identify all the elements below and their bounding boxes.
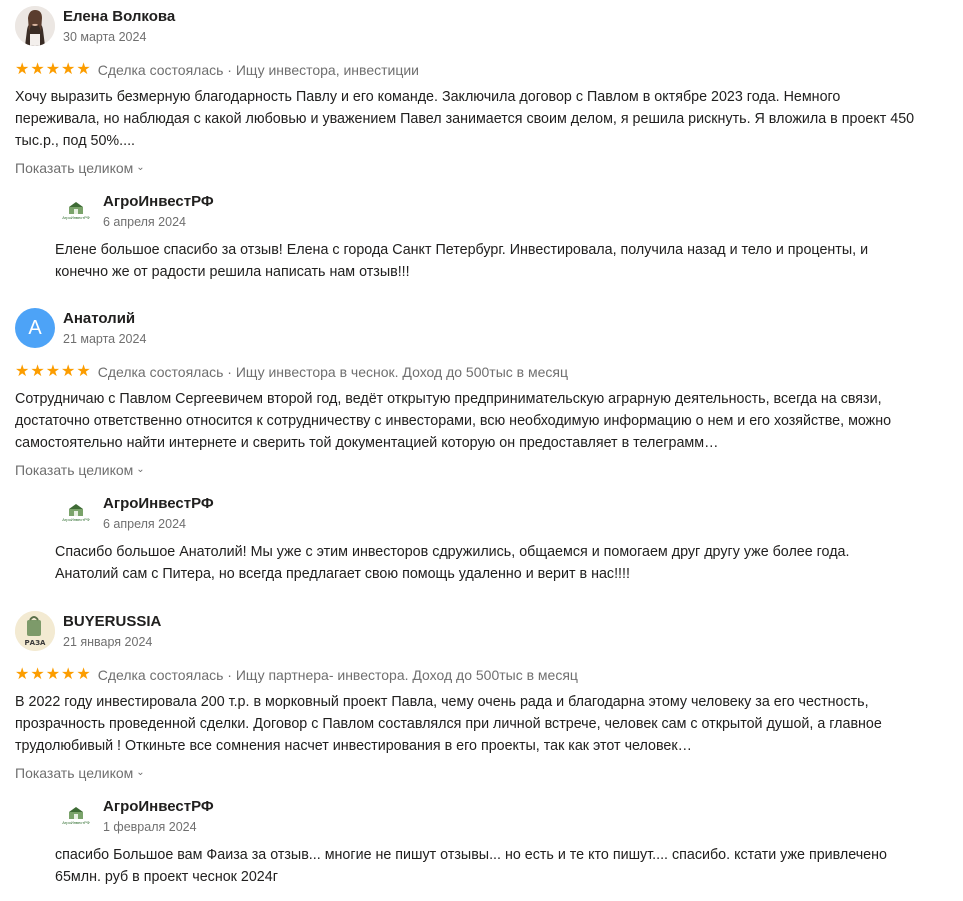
- author-name[interactable]: Анатолий: [63, 310, 146, 328]
- review-meta: ★★★★★ Сделка состоялась · Ищу партнера- …: [15, 665, 578, 685]
- review-text: В 2022 году инвестировала 200 т.р. в мор…: [15, 694, 882, 754]
- review-author[interactable]: А Анатолий 21 марта 2024: [15, 308, 146, 348]
- business-reply-text: Спасибо большое Анатолий! Мы уже с этим …: [55, 544, 850, 582]
- chevron-down-icon: ⌄: [136, 162, 145, 173]
- business-name: АгроИнвестРФ: [103, 192, 214, 210]
- author-name[interactable]: Елена Волкова: [63, 8, 175, 26]
- show-more-button[interactable]: Показать целиком ⌄: [15, 158, 145, 178]
- avatar-logo-text: РАЗА: [25, 639, 47, 647]
- business-reply-text: спасибо Большое вам Фаиза за отзыв... мн…: [55, 847, 887, 885]
- farm-logo-icon: [69, 504, 83, 516]
- reply-date: 6 апреля 2024: [103, 214, 186, 229]
- avatar-letter: А: [28, 316, 42, 339]
- author-avatar[interactable]: [15, 6, 55, 46]
- review-meta-text: Сделка состоялась · Ищу инвестора в чесн…: [97, 364, 568, 380]
- review-date: 21 марта 2024: [63, 331, 147, 346]
- business-reply-header: АгроИнвестРФ АгроИнвестРФ 1 февраля 2024: [57, 796, 214, 836]
- review-text: Сотрудничаю с Павлом Сергеевичем второй …: [15, 391, 892, 451]
- avatar-logo-icon: РАЗА: [15, 611, 55, 651]
- show-more-label: Показать целиком: [15, 160, 134, 176]
- review-text: Хочу выразить безмерную благодарность Па…: [15, 89, 915, 149]
- reply-date: 6 апреля 2024: [103, 516, 186, 531]
- review-meta: ★★★★★ Сделка состоялась · Ищу инвестора,…: [15, 60, 419, 80]
- author-avatar[interactable]: РАЗА: [15, 611, 55, 651]
- business-logo: АгроИнвестРФ: [57, 192, 95, 230]
- review-meta-text: Сделка состоялась · Ищу инвестора, инвес…: [97, 62, 420, 78]
- farm-logo-icon: [69, 202, 83, 214]
- author-avatar[interactable]: А: [15, 308, 55, 348]
- review-meta-text: Сделка состоялась · Ищу партнера- инвест…: [97, 667, 578, 683]
- review-date: 30 марта 2024: [63, 29, 147, 44]
- chevron-down-icon: ⌄: [136, 464, 145, 475]
- show-more-button[interactable]: Показать целиком ⌄: [15, 763, 145, 783]
- reply-date: 1 февраля 2024: [103, 819, 197, 834]
- business-logo-text: АгроИнвестРФ: [62, 215, 90, 220]
- business-reply-header: АгроИнвестРФ АгроИнвестРФ 6 апреля 2024: [57, 191, 214, 231]
- farm-logo-icon: [69, 807, 83, 819]
- show-more-label: Показать целиком: [15, 462, 134, 478]
- review-author[interactable]: РАЗА BUYERUSSIA 21 января 2024: [15, 611, 161, 651]
- show-more-label: Показать целиком: [15, 765, 134, 781]
- rating-stars-icon: ★★★★★: [15, 666, 92, 683]
- review-meta: ★★★★★ Сделка состоялась · Ищу инвестора …: [15, 362, 568, 382]
- avatar-photo-icon: [15, 6, 55, 46]
- review-author[interactable]: Елена Волкова 30 марта 2024: [15, 6, 175, 46]
- business-name: АгроИнвестРФ: [103, 494, 214, 512]
- business-reply-header: АгроИнвестРФ АгроИнвестРФ 6 апреля 2024: [57, 493, 214, 533]
- business-logo-text: АгроИнвестРФ: [62, 517, 90, 522]
- business-reply-text: Елене большое спасибо за отзыв! Елена с …: [55, 242, 869, 280]
- business-logo-text: АгроИнвестРФ: [62, 820, 90, 825]
- rating-stars-icon: ★★★★★: [15, 61, 92, 78]
- show-more-button[interactable]: Показать целиком ⌄: [15, 460, 145, 480]
- review-date: 21 января 2024: [63, 634, 153, 649]
- author-name[interactable]: BUYERUSSIA: [63, 613, 161, 631]
- business-logo: АгроИнвестРФ: [57, 797, 95, 835]
- business-name: АгроИнвестРФ: [103, 797, 214, 815]
- rating-stars-icon: ★★★★★: [15, 363, 92, 380]
- chevron-down-icon: ⌄: [136, 767, 145, 778]
- business-logo: АгроИнвестРФ: [57, 494, 95, 532]
